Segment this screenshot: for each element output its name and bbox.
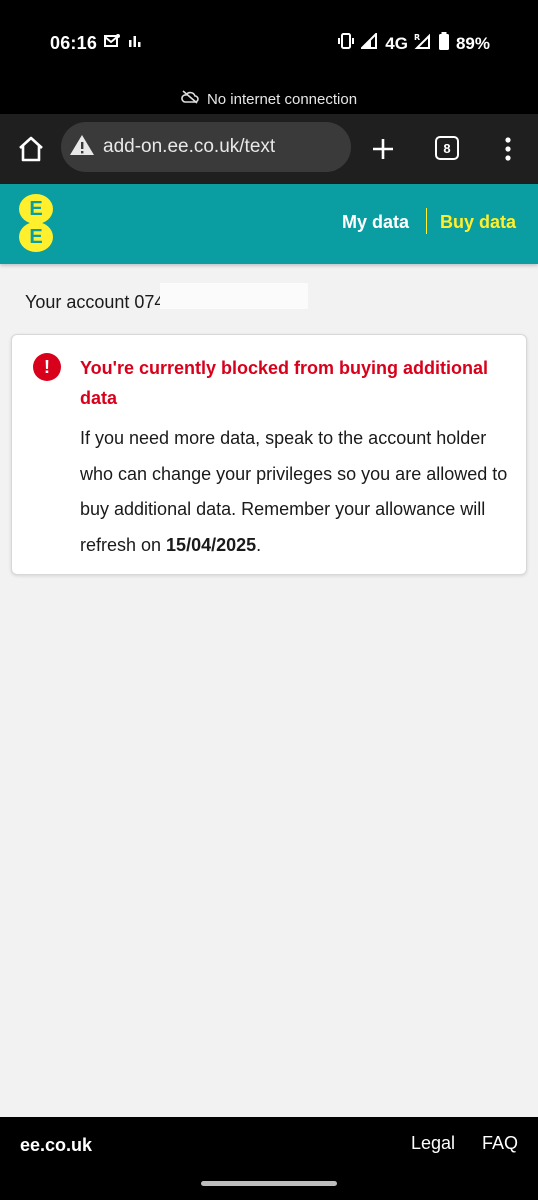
warning-icon[interactable]	[69, 133, 95, 162]
redaction-mask	[160, 283, 308, 309]
tab-switcher-button[interactable]: 8	[435, 136, 459, 160]
alert-body-text: If you need more data, speak to the acco…	[80, 428, 508, 555]
footer-legal-link[interactable]: Legal	[411, 1133, 455, 1154]
ee-logo[interactable]: E E	[19, 194, 55, 254]
logo-letter: E	[19, 222, 53, 252]
offline-text: No internet connection	[206, 90, 358, 108]
browser-toolbar: add-on.ee.co.uk/text 8	[0, 114, 538, 184]
battery-icon	[438, 32, 450, 55]
alert-body: If you need more data, speak to the acco…	[80, 421, 520, 563]
address-bar[interactable]: add-on.ee.co.uk/text	[61, 122, 351, 172]
data-usage-icon	[128, 34, 142, 53]
more-menu-button[interactable]	[496, 134, 520, 164]
nav-divider	[426, 208, 427, 234]
alert-title: You're currently blocked from buying add…	[80, 358, 488, 408]
footer-site-link[interactable]: ee.co.uk	[20, 1135, 92, 1156]
signal-icon	[359, 31, 379, 54]
vibrate-icon	[337, 33, 355, 54]
roaming-signal-icon: R	[414, 33, 432, 54]
site-footer: ee.co.uk Legal FAQ	[0, 1117, 538, 1200]
url-text[interactable]: add-on.ee.co.uk/text	[103, 136, 275, 158]
error-icon: !	[33, 353, 61, 381]
status-bar: 06:16 4G R 89%	[0, 0, 538, 84]
nav-buy-data[interactable]: Buy data	[440, 212, 516, 233]
home-icon	[19, 136, 43, 162]
more-vert-icon	[505, 137, 511, 161]
offline-banner: No internet connection	[0, 84, 538, 114]
nav-my-data[interactable]: My data	[342, 212, 409, 233]
site-header: E E My data Buy data	[0, 184, 538, 264]
cloud-off-icon	[181, 90, 199, 108]
footer-faq-link[interactable]: FAQ	[482, 1133, 518, 1154]
mail-icon	[104, 34, 120, 53]
refresh-date: 15/04/2025	[166, 534, 257, 555]
gesture-handle[interactable]	[201, 1181, 337, 1186]
logo-letter: E	[19, 194, 53, 224]
battery-percent: 89%	[455, 33, 490, 53]
plus-icon	[373, 139, 393, 159]
status-time: 06:16	[50, 33, 98, 53]
blocked-alert-card: ! You're currently blocked from buying a…	[11, 334, 527, 575]
svg-text:R: R	[414, 33, 420, 42]
new-tab-button[interactable]	[366, 132, 400, 166]
home-button[interactable]	[14, 132, 48, 166]
network-type: 4G	[385, 33, 408, 53]
alert-body-end: .	[256, 534, 262, 555]
